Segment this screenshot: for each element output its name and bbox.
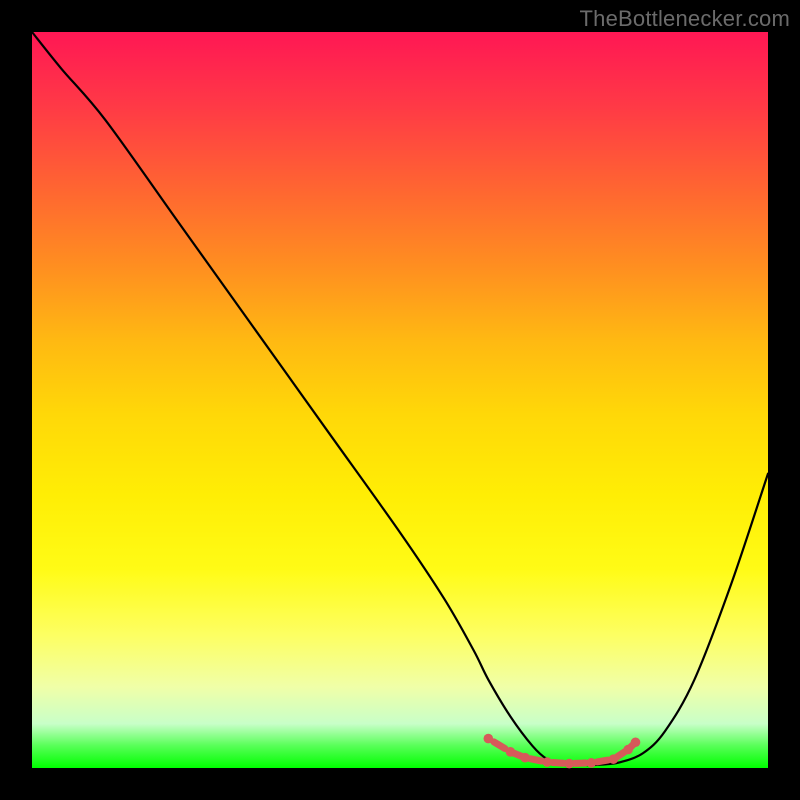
chart-container: TheBottlenecker.com — [0, 0, 800, 800]
highlight-dot — [564, 759, 574, 769]
highlight-dot — [609, 754, 619, 764]
highlight-dash — [514, 753, 521, 756]
highlight-dash — [597, 760, 608, 762]
highlight-dot — [631, 737, 641, 747]
highlight-dash — [617, 752, 624, 757]
highlight-dash — [531, 759, 542, 761]
highlight-dot — [520, 753, 530, 763]
plot-area — [32, 32, 768, 768]
highlight-dot — [542, 757, 552, 767]
highlight-dash — [553, 762, 564, 763]
highlight-dot — [484, 734, 494, 744]
highlight-dash — [494, 742, 505, 749]
watermark-text: TheBottlenecker.com — [580, 6, 790, 32]
highlight-dot — [506, 747, 516, 757]
bottleneck-curve-line — [32, 32, 768, 765]
highlight-dot — [623, 745, 633, 755]
curve-svg — [32, 32, 768, 768]
highlight-dot — [587, 758, 597, 768]
